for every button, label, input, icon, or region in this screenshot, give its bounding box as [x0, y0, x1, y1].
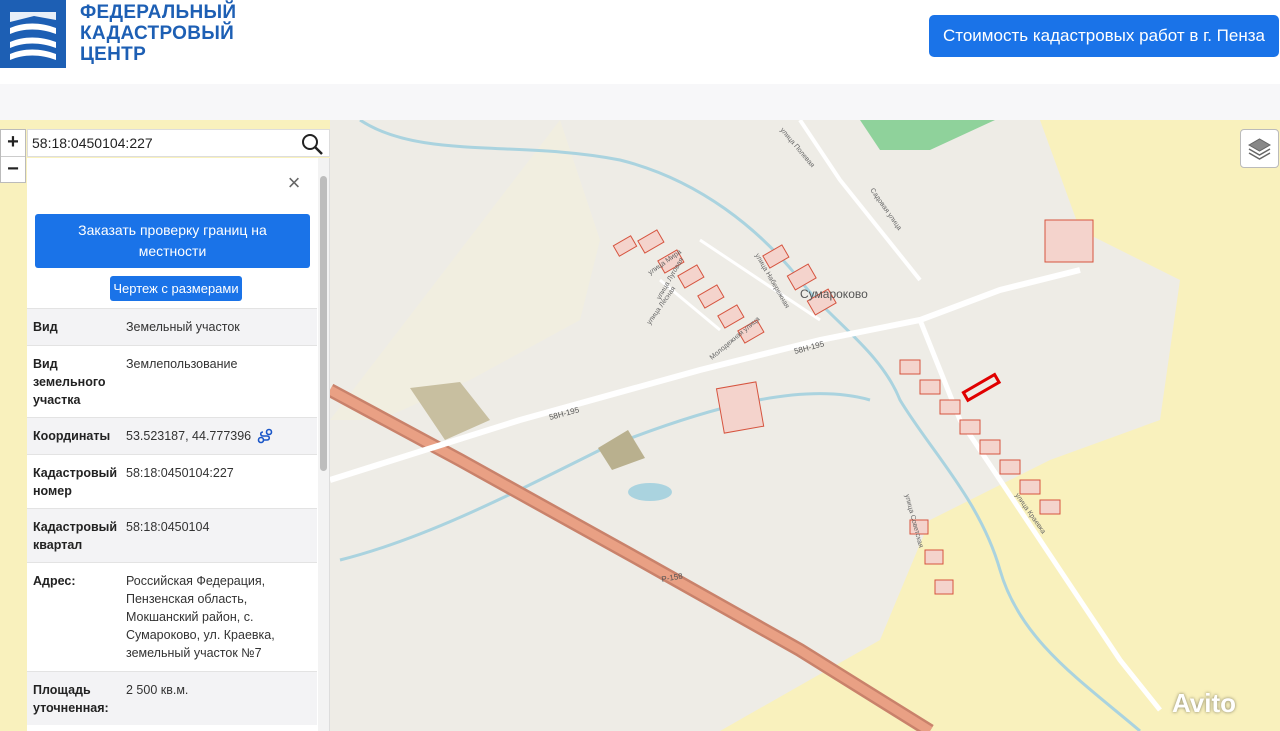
- pond: [628, 483, 672, 501]
- attribute-key: Координаты: [33, 429, 111, 443]
- logo-line-1: ФЕДЕРАЛЬНЫЙ: [80, 2, 237, 23]
- parcel-attributes-table: Вид Земельный участок Вид земельного уча…: [27, 308, 317, 725]
- logo-text[interactable]: ФЕДЕРАЛЬНЫЙ КАДАСТРОВЫЙ ЦЕНТР: [80, 2, 236, 65]
- search-icon[interactable]: [300, 132, 324, 156]
- attribute-value: Землепользование: [126, 357, 238, 371]
- attribute-row: Вид земельного участка Землепользование: [27, 345, 317, 417]
- site-header: ФЕДЕРАЛЬНЫЙ КАДАСТРОВЫЙ ЦЕНТР Стоимость …: [0, 0, 1280, 84]
- attribute-row: Площадь уточненная: 2 500 кв.м.: [27, 671, 317, 725]
- attribute-value: 58:18:0450104:227: [126, 466, 234, 480]
- logo-mark-icon[interactable]: [0, 0, 66, 68]
- attribute-key: Кадастровый квартал: [33, 520, 118, 552]
- attribute-row: Кадастровый квартал 58:18:0450104: [27, 508, 317, 562]
- layers-icon: [1247, 138, 1272, 160]
- attribute-key: Вид: [33, 320, 58, 334]
- layers-button[interactable]: [1240, 129, 1279, 168]
- attribute-row: Адрес: Российская Федерация, Пензенская …: [27, 562, 317, 671]
- attribute-value: 2 500 кв.м.: [126, 683, 189, 697]
- attribute-row: Вид Земельный участок: [27, 308, 317, 345]
- coordinates-value: 53.523187, 44.777396: [126, 429, 252, 443]
- sub-header-bar: [0, 84, 1280, 120]
- avito-watermark: Avito: [1172, 688, 1237, 718]
- zoom-out-button[interactable]: −: [1, 156, 25, 182]
- parcel-info-panel: × Заказать проверку границ на местности …: [27, 158, 330, 731]
- village-label: Сумароково: [800, 287, 868, 301]
- attribute-row: Кадастровый номер 58:18:0450104:227: [27, 454, 317, 508]
- route-icon[interactable]: [257, 428, 273, 444]
- search-bar: [27, 129, 330, 157]
- zoom-in-button[interactable]: +: [1, 130, 25, 156]
- attribute-key: Кадастровый номер: [33, 466, 118, 498]
- sketch-with-dimensions-button[interactable]: Чертеж с размерами: [110, 276, 242, 301]
- cadastral-cost-button[interactable]: Стоимость кадастровых работ в г. Пенза: [929, 15, 1279, 57]
- attribute-key: Площадь уточненная:: [33, 683, 109, 715]
- attribute-value: 53.523187, 44.777396: [126, 418, 317, 454]
- attribute-value: Земельный участок: [126, 320, 240, 334]
- attribute-value: 58:18:0450104: [126, 520, 210, 534]
- close-icon[interactable]: ×: [285, 172, 303, 194]
- attribute-key: Вид земельного участка: [33, 357, 106, 407]
- order-boundary-check-button[interactable]: Заказать проверку границ на местности: [35, 214, 310, 268]
- attribute-row: Координаты 53.523187, 44.777396: [27, 417, 317, 454]
- logo-line-3: ЦЕНТР: [80, 44, 147, 65]
- panel-scrollbar-thumb[interactable]: [320, 176, 327, 471]
- attribute-value: Российская Федерация, Пензенская область…: [126, 574, 275, 660]
- cadastral-search-input[interactable]: [32, 133, 292, 153]
- attribute-key: Адрес:: [33, 574, 76, 588]
- logo-line-2: КАДАСТРОВЫЙ: [80, 23, 235, 44]
- zoom-control: + −: [0, 129, 26, 183]
